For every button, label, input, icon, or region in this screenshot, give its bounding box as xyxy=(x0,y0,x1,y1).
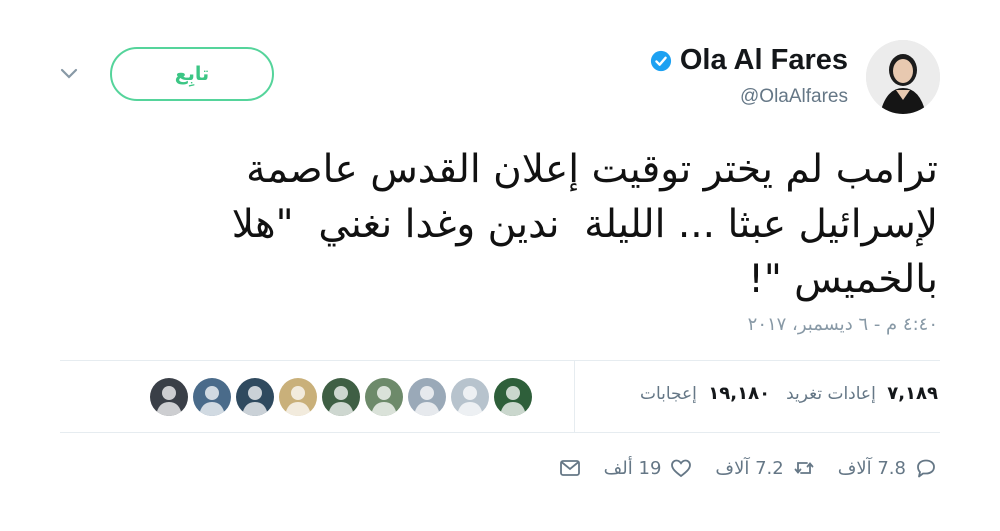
like-count: 19 ألف xyxy=(603,457,662,479)
liker-avatar[interactable] xyxy=(150,378,188,416)
retweets-label: إعادات تغريد xyxy=(786,384,876,404)
tweet-text: ترامب لم يختر توقيت إعلان القدس عاصمة لإ… xyxy=(78,142,938,307)
tweet-line: ترامب لم يختر توقيت إعلان القدس عاصمة xyxy=(246,147,938,192)
tweet-timestamp[interactable]: ٤:٤٠ م - ٦ ديسمبر، ٢٠١٧ xyxy=(748,314,938,335)
liker-avatars xyxy=(150,378,532,416)
tweet-actions: 19 ألف 7.2 آلاف 7.8 آلاف xyxy=(558,456,938,480)
tweet-stats: ٧,١٨٩ إعادات تغريد ١٩,١٨٠ إعجابات xyxy=(640,383,938,404)
retweets-count: ٧,١٨٩ xyxy=(887,383,938,404)
verified-badge-icon xyxy=(650,50,671,71)
tweet-card: Ola Al Fares @OlaAlfares تابِع ترامب لم … xyxy=(0,0,1000,531)
divider xyxy=(60,432,940,433)
liker-avatar[interactable] xyxy=(494,378,532,416)
chevron-down-icon[interactable] xyxy=(60,68,78,80)
retweet-icon xyxy=(794,462,814,474)
tweet-line: بالخميس "! xyxy=(748,257,938,302)
liker-avatar[interactable] xyxy=(279,378,317,416)
name-row: Ola Al Fares xyxy=(650,44,848,77)
envelope-icon xyxy=(559,460,580,476)
likes-label: إعجابات xyxy=(639,384,697,404)
liker-avatar[interactable] xyxy=(236,378,274,416)
reply-action[interactable]: 7.8 آلاف xyxy=(838,456,938,480)
liker-avatar[interactable] xyxy=(322,378,360,416)
liker-avatar[interactable] xyxy=(365,378,403,416)
user-handle[interactable]: @OlaAlfares xyxy=(740,86,848,108)
user-avatar[interactable] xyxy=(866,40,940,114)
heart-icon xyxy=(671,459,692,478)
display-name[interactable]: Ola Al Fares xyxy=(680,44,848,77)
dm-action[interactable] xyxy=(558,456,582,480)
reply-count: 7.8 آلاف xyxy=(837,457,906,479)
likes-count: ١٩,١٨٠ xyxy=(708,383,771,404)
liker-avatar[interactable] xyxy=(451,378,489,416)
follow-button[interactable]: تابِع xyxy=(110,47,274,101)
liker-avatar[interactable] xyxy=(193,378,231,416)
retweets-stat[interactable]: ٧,١٨٩ إعادات تغريد xyxy=(786,383,938,404)
likes-stat[interactable]: ١٩,١٨٠ إعجابات xyxy=(640,383,770,404)
reply-icon xyxy=(917,459,935,478)
liker-avatar[interactable] xyxy=(408,378,446,416)
retweet-action[interactable]: 7.2 آلاف xyxy=(715,456,815,480)
tweet-line: لإسرائيل عبثا ... الليلة ندين وغدا نغني … xyxy=(231,202,938,247)
divider xyxy=(60,360,940,361)
like-action[interactable]: 19 ألف xyxy=(604,456,694,480)
retweet-count: 7.2 آلاف xyxy=(715,457,784,479)
divider xyxy=(574,360,575,432)
